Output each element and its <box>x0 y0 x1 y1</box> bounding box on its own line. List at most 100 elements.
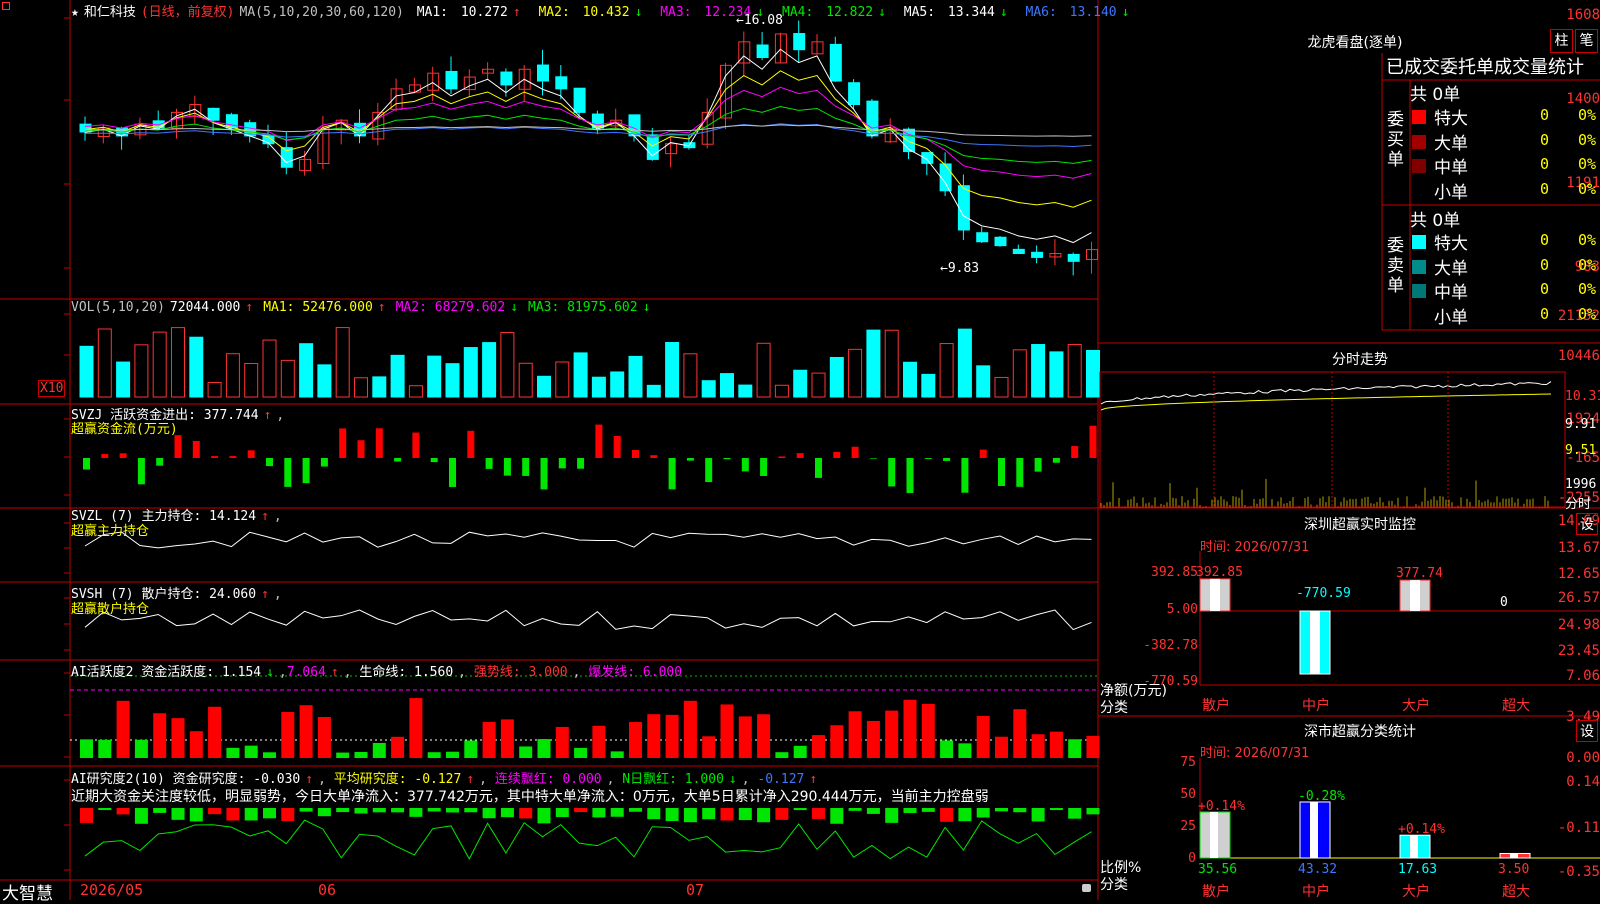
activity-bar <box>98 739 112 758</box>
money-flow-bar <box>156 458 164 466</box>
low-price-mark: ←9.83 <box>940 261 980 276</box>
volume-bar <box>244 363 259 398</box>
research-bar <box>629 808 642 812</box>
tick-view-button[interactable]: 笔 <box>1575 29 1598 53</box>
order-percent: 0% <box>1578 179 1597 198</box>
order-type-label: 中单 <box>1434 283 1468 303</box>
activity-bar <box>738 716 752 758</box>
money-flow-bar <box>83 458 90 470</box>
svzl-axis-label: 13.67 <box>1557 540 1600 556</box>
volume-bar <box>555 361 570 398</box>
money-flow-bar <box>686 458 694 461</box>
corner-icon[interactable] <box>2 2 10 10</box>
lock-icon[interactable] <box>1082 884 1091 892</box>
volume-bar <box>976 365 991 398</box>
research-bar <box>720 808 734 821</box>
ai-comment: 近期大资金关注度较低，明显弱势，今日大单净流入：377.742万元，其中特大单净… <box>71 789 989 805</box>
activity-bar <box>537 739 551 758</box>
chart-canvas[interactable]: 392.85散户-770.59中户377.74大户0超大755025035.56… <box>0 0 1600 900</box>
order-type-label: 特大 <box>1434 234 1468 254</box>
classify-title: 深市超赢分类统计 <box>1304 724 1416 740</box>
app-logo[interactable]: 大智慧 <box>2 879 53 904</box>
activity-bar <box>683 700 697 758</box>
volume-bar <box>665 342 680 398</box>
vol-unit-badge[interactable]: X10 <box>38 380 66 397</box>
intraday-axis-label: 1996 <box>1565 477 1597 492</box>
research-bar <box>519 808 533 819</box>
volume-bar <box>427 355 442 398</box>
activity-bar <box>244 745 258 758</box>
research-bar <box>830 808 844 824</box>
research-bar <box>848 808 862 811</box>
research-bar <box>958 808 972 822</box>
volume-bar <box>408 385 423 398</box>
classify-axis-label: 0 <box>1188 851 1196 866</box>
activity-bar <box>830 725 844 758</box>
volume-bar <box>189 336 204 398</box>
classify-settings-button[interactable]: 设 <box>1576 720 1598 742</box>
activity-bar <box>592 725 606 758</box>
money-flow-bar <box>339 428 347 458</box>
classify-axis-label: 50 <box>1180 787 1196 802</box>
classify-value-label: 17.63 <box>1398 862 1437 877</box>
money-flow-bar <box>247 450 255 458</box>
activity-bar <box>299 705 313 758</box>
monitor-settings-button[interactable]: 设 <box>1576 513 1598 535</box>
research-bar <box>555 808 569 818</box>
money-flow-bar <box>266 458 273 467</box>
volume-bar <box>79 345 94 398</box>
monitor-axis-label: 5.00 <box>1166 602 1198 617</box>
money-flow-bar <box>961 458 969 493</box>
stock-name[interactable]: 和仁科技 <box>84 5 136 20</box>
volume-bar <box>591 376 606 398</box>
money-flow-bar <box>412 432 420 458</box>
money-flow-bar <box>888 458 896 487</box>
money-flow-bar <box>320 458 328 467</box>
classify-value-label: 3.50 <box>1498 862 1529 877</box>
activity-bar <box>1031 734 1045 758</box>
activity-bar <box>775 752 789 758</box>
activity-bar <box>336 752 350 758</box>
candle <box>555 76 568 90</box>
volume-bar <box>317 364 332 398</box>
volume-bar <box>1086 349 1100 398</box>
volume-bar <box>372 376 387 398</box>
monitor-value-label: 0 <box>1500 595 1508 610</box>
money-flow-bar <box>833 451 841 458</box>
research-bar <box>1031 808 1045 822</box>
svzl-axis-label: 12.65 <box>1557 566 1600 582</box>
research-bar <box>1068 808 1082 819</box>
money-flow-bar <box>796 453 804 458</box>
activity-bar <box>446 751 459 758</box>
legend-swatch <box>1412 284 1426 298</box>
period-label[interactable]: (日线，前复权) <box>141 5 235 20</box>
monitor-category-label: 超大 <box>1502 698 1530 714</box>
volume-bar <box>262 339 277 398</box>
order-count: 0 <box>1540 106 1550 124</box>
monitor-bar-highlight <box>1210 578 1220 611</box>
money-flow-bar <box>869 458 877 459</box>
volume-bar <box>610 371 625 398</box>
volume-bar <box>848 348 863 398</box>
research-bar <box>244 808 258 821</box>
volume-bar <box>152 331 167 398</box>
money-flow-bar <box>1034 458 1042 472</box>
money-flow-bar <box>192 440 200 458</box>
activity-bar <box>153 713 167 758</box>
order-count: 0 <box>1540 231 1550 249</box>
activity-bar <box>500 719 514 758</box>
research-bar <box>702 808 716 820</box>
candle <box>573 87 586 113</box>
bar-view-button[interactable]: 柱 <box>1550 29 1573 53</box>
classify-change-label: +0.14% <box>1198 799 1245 814</box>
date-label: 07 <box>686 881 705 899</box>
volume-bar <box>1012 349 1027 398</box>
research-bar <box>1049 808 1063 811</box>
intraday-axis-label: 10.31 <box>1565 389 1600 404</box>
volume-bar <box>354 377 368 398</box>
money-flow-bar <box>449 458 456 487</box>
research-line <box>84 819 1092 860</box>
monitor-category-label: 中户 <box>1302 697 1330 714</box>
longhu-tab-label[interactable]: 已成交委托单成交量统计 <box>1386 53 1584 79</box>
research-bar <box>793 808 807 811</box>
